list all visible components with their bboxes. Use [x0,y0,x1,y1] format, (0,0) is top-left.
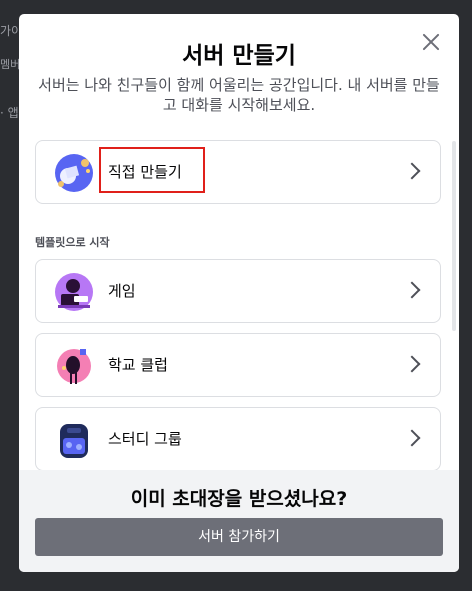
template-school-club-label: 학교 클럽 [108,356,168,374]
modal-subtitle: 서버는 나와 친구들이 함께 어울리는 공간입니다. 내 서버를 만들고 대화를… [38,76,440,114]
template-gaming-button[interactable]: 게임 [35,259,441,323]
template-gaming-label: 게임 [108,282,136,300]
template-study-group-label: 스터디 그룹 [108,430,182,448]
server-options-list[interactable]: 직접 만들기 템플릿으로 시작 게임 학교 클럽 스터디 그룹 [19,138,459,470]
create-server-modal: 서버 만들기 서버는 나와 친구들이 함께 어울리는 공간입니다. 내 서버를 … [19,14,459,572]
background-text: · 앱 [0,106,19,120]
join-server-button[interactable]: 서버 참가하기 [35,518,443,556]
template-school-club-button[interactable]: 학교 클럽 [35,333,441,397]
school-club-icon [57,349,91,384]
chevron-right-icon [403,281,421,299]
template-section-label: 템플릿으로 시작 [35,236,110,249]
highlight-box [99,147,205,193]
modal-footer: 이미 초대장을 받으셨나요? 서버 참가하기 [19,470,459,572]
gaming-icon [55,273,93,311]
chevron-right-icon [403,429,421,447]
background-text: 멤버 [0,58,21,71]
create-own-button[interactable]: 직접 만들기 [35,140,441,204]
template-study-group-button[interactable]: 스터디 그룹 [35,407,441,470]
chevron-right-icon [403,162,421,180]
modal-title: 서버 만들기 [182,43,296,69]
chevron-right-icon [403,355,421,373]
study-group-icon [60,424,88,458]
invite-prompt: 이미 초대장을 받으셨나요? [130,488,348,510]
scrollbar[interactable] [452,141,456,331]
create-own-server-icon [55,154,93,192]
